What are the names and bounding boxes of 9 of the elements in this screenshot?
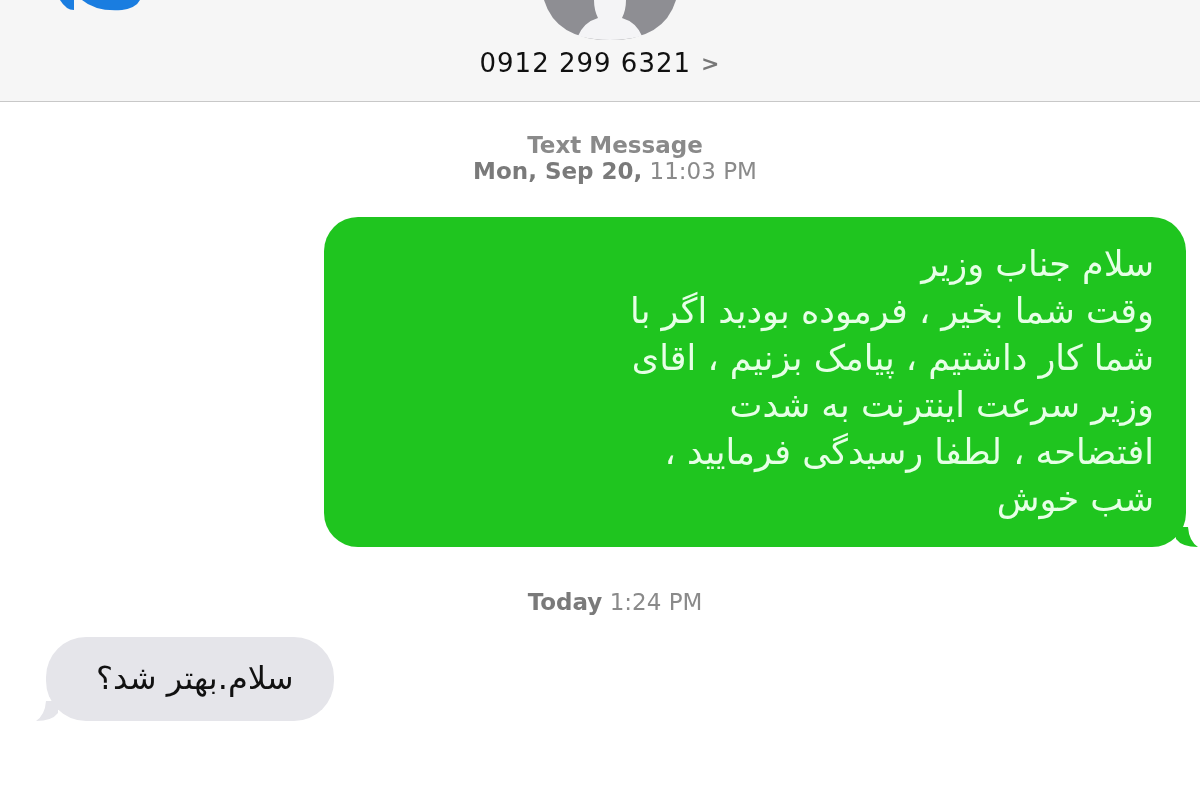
chevron-icon: > (701, 50, 721, 76)
timestamp: Mon, Sep 20, 11:03 PM (473, 158, 757, 184)
message-bubble: سلام جناب وزیر وقت شما بخیر ، فرموده بودید اگر با شما کار داشتیم ، پیامک بزنیم ، اقای وزیر سرعت اینترنت به شدت افتضاحه ، لطفا رسیدگی فرمایید ، شب خوش (324, 217, 1186, 547)
contact-button[interactable]: 0912 299 6321 > (479, 48, 721, 78)
bubble-tail (36, 701, 58, 721)
timestamp: Today 1:24 PM (527, 589, 703, 615)
message-bubble: سلام.بهتر شد؟ (46, 637, 334, 721)
bubble-tail (1176, 527, 1198, 547)
message-type-label: Text Message (527, 132, 703, 158)
